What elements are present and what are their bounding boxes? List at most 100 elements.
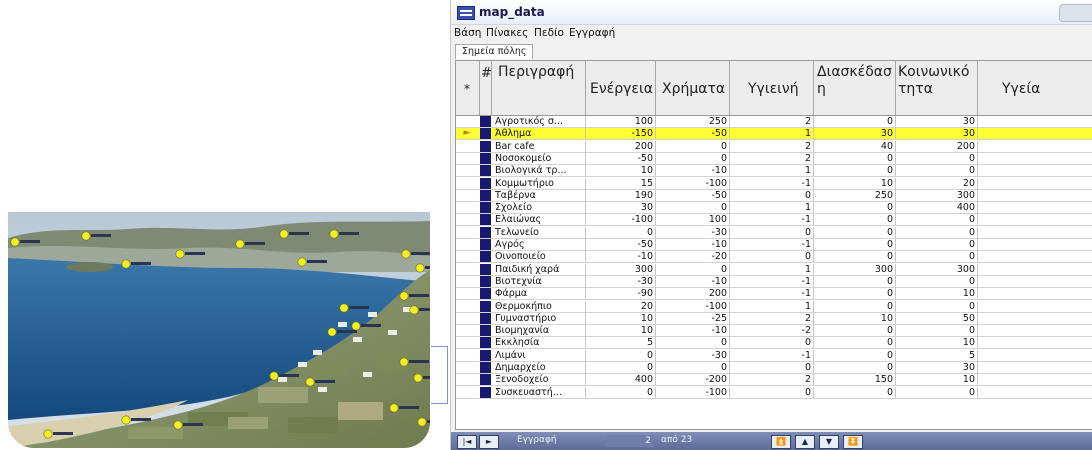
cell-energy[interactable]: -150 [586,128,656,140]
cell-description[interactable]: Παιδική χαρά [492,263,586,275]
cell-description[interactable]: Συσκευαστή... [492,386,586,398]
cell-sociability[interactable]: 400 [896,202,978,214]
cell-money[interactable]: -10 [656,275,730,287]
map-pin[interactable] [279,229,289,239]
header-description[interactable]: Περιγραφή [492,61,586,115]
cell-energy[interactable]: 20 [586,300,656,312]
cell-money[interactable]: 0 [656,140,730,152]
cell-money[interactable]: -10 [656,239,730,250]
cell-health[interactable] [978,214,1092,225]
cell-money[interactable]: -200 [656,374,730,386]
cell-entertainment[interactable]: 250 [814,189,896,201]
map-pin[interactable] [409,305,419,315]
menu-field[interactable]: Πεδίο [534,27,564,39]
cell-entertainment[interactable]: 40 [814,140,896,152]
map-pin[interactable] [121,259,131,269]
cell-health[interactable] [978,202,1092,213]
map-pin[interactable] [173,420,183,430]
cell-sociability[interactable]: 10 [896,337,978,349]
cell-money[interactable]: -10 [656,165,730,177]
cell-sociability[interactable]: 0 [896,251,978,263]
map-pin[interactable] [417,417,427,427]
cell-energy[interactable]: -30 [586,275,656,287]
cell-sociability[interactable]: 0 [896,325,978,337]
cell-hygiene[interactable]: 0 [730,251,814,263]
row-selector[interactable] [456,214,478,225]
row-selector[interactable] [456,288,478,299]
table-row[interactable]: ► Άθλημα -150 -50 1 30 30 [456,128,1092,141]
cell-energy[interactable]: -50 [586,152,656,164]
cell-description[interactable]: Bar cafe [492,140,586,152]
cell-entertainment[interactable]: 0 [814,386,896,398]
cell-entertainment[interactable]: 0 [814,251,896,263]
cell-hygiene[interactable]: 0 [730,189,814,201]
cell-health[interactable] [978,374,1092,385]
down-button[interactable]: ▼ [819,435,839,449]
cell-money[interactable]: -25 [656,312,730,324]
cell-money[interactable]: -100 [656,300,730,312]
cell-sociability[interactable]: 30 [896,362,978,373]
row-selector[interactable] [456,239,478,250]
cell-description[interactable]: Βιολογικά τρ... [492,165,586,177]
header-energy[interactable]: Ενέργεια [586,61,656,115]
map-pin[interactable] [351,321,361,331]
cell-money[interactable]: 0 [656,202,730,214]
row-selector[interactable] [456,301,478,312]
cell-hygiene[interactable]: 1 [730,165,814,177]
cell-sociability[interactable]: 0 [896,226,978,238]
cell-money[interactable]: 0 [656,152,730,164]
cell-health[interactable] [978,387,1092,398]
header-sociability[interactable]: Κοινωνικότητα [896,61,978,115]
header-entertainment[interactable]: Διασκέδαση [814,61,896,115]
table-row[interactable]: Βιολογικά τρ... 10 -10 1 0 0 [456,165,1092,178]
table-row[interactable]: Νοσοκομείο -50 0 2 0 0 [456,152,1092,165]
row-selector[interactable]: ► [456,128,478,139]
cell-money[interactable]: 250 [656,116,730,127]
row-selector[interactable] [456,264,478,275]
cell-hygiene[interactable]: -1 [730,177,814,189]
cell-entertainment[interactable]: 0 [814,226,896,238]
up-button[interactable]: ▲ [795,435,815,449]
header-hygiene[interactable]: Υγιεινή [730,61,814,115]
cell-health[interactable] [978,362,1092,373]
row-selector[interactable] [456,251,478,262]
cell-money[interactable]: -20 [656,251,730,263]
cell-money[interactable]: -50 [656,128,730,140]
map-pin[interactable] [401,249,411,259]
cell-sociability[interactable]: 0 [896,165,978,177]
cell-hygiene[interactable]: 2 [730,374,814,386]
cell-energy[interactable]: 0 [586,386,656,398]
menu-record[interactable]: Εγγραφή [569,27,615,39]
cell-money[interactable]: -30 [656,349,730,361]
cell-money[interactable]: -30 [656,226,730,238]
tab-city-points[interactable]: Σημεία πόλης [455,44,534,59]
row-selector[interactable] [456,190,478,201]
cell-energy[interactable]: 10 [586,312,656,324]
cell-description[interactable]: Θερμοκήπιο [492,300,586,312]
map-pin[interactable] [389,403,399,413]
cell-money[interactable]: -100 [656,177,730,189]
map-pin[interactable] [297,257,307,267]
first-button[interactable]: ⏫ [771,435,791,449]
cell-description[interactable]: Οινοποιείο [492,251,586,263]
cell-hygiene[interactable]: -2 [730,325,814,337]
table-row[interactable]: Γυμναστήριο 10 -25 2 10 50 [456,312,1092,325]
cell-energy[interactable]: 30 [586,202,656,214]
cell-sociability[interactable]: 10 [896,374,978,386]
cell-energy[interactable]: -100 [586,214,656,226]
map-pin[interactable] [399,291,409,301]
cell-money[interactable]: -50 [656,189,730,201]
data-grid[interactable]: * # Περιγραφή Ενέργεια Χρήματα Υγιεινή Δ… [455,60,1092,430]
cell-entertainment[interactable]: 30 [814,128,896,140]
table-row[interactable]: Κομμωτήριο 15 -100 -1 10 20 [456,177,1092,190]
row-selector[interactable] [456,116,478,127]
cell-hygiene[interactable]: 2 [730,152,814,164]
cell-hygiene[interactable]: 1 [730,300,814,312]
cell-sociability[interactable]: 0 [896,386,978,398]
cell-entertainment[interactable]: 10 [814,177,896,189]
cell-hygiene[interactable]: 0 [730,337,814,349]
cell-entertainment[interactable]: 0 [814,325,896,337]
cell-energy[interactable]: -90 [586,288,656,300]
row-selector[interactable] [456,153,478,164]
cell-health[interactable] [978,153,1092,164]
